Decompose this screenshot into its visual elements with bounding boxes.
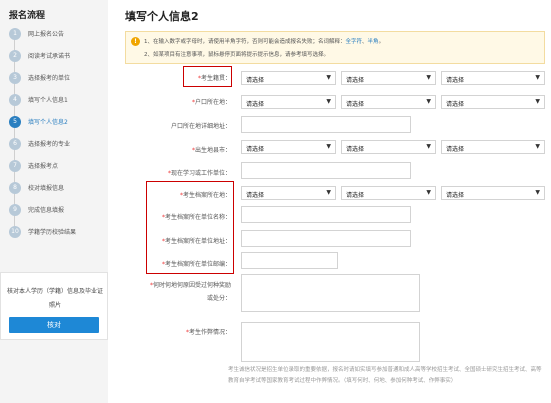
- field-label-hukou-address: 户口所在地详细地址：: [170, 123, 231, 130]
- archive-zip-input[interactable]: [241, 252, 338, 269]
- step-number: 10: [9, 226, 21, 238]
- step-6[interactable]: 6 选择报考的专业: [9, 138, 107, 152]
- step-7[interactable]: 7 选择报考点: [9, 160, 107, 174]
- step-3[interactable]: 3 选择报考的单位: [9, 72, 107, 86]
- origin-county-select[interactable]: 请选择 ▼: [441, 140, 545, 154]
- step-number: 3: [9, 72, 21, 84]
- chevron-down-icon: ▼: [535, 98, 540, 105]
- field-label-archive-unit: *考生档案所在单位名称：: [161, 214, 231, 221]
- hukou-county-select[interactable]: 请选择 ▼: [441, 95, 545, 109]
- birthplace-county-select[interactable]: 请选择 ▼: [441, 71, 545, 85]
- step-10[interactable]: 10 学籍学历校验结果: [9, 226, 107, 240]
- archive-province-select[interactable]: 请选择 ▼: [241, 186, 336, 200]
- step-number: 2: [9, 50, 21, 62]
- step-number: 6: [9, 138, 21, 150]
- step-label: 网上报名公告: [28, 31, 65, 38]
- field-label-origin: *出生地县市：: [191, 147, 231, 154]
- archive-county-select[interactable]: 请选择 ▼: [441, 186, 545, 200]
- archive-address-input[interactable]: [241, 230, 411, 247]
- chevron-down-icon: ▼: [426, 98, 431, 105]
- step-label: 选择报考点: [28, 163, 59, 170]
- chevron-down-icon: ▼: [326, 189, 331, 196]
- field-label-birthplace: *考生籍贯：: [197, 75, 231, 82]
- step-label: 阅读考试承诺书: [28, 53, 71, 60]
- chevron-down-icon: ▼: [426, 143, 431, 150]
- origin-city-select[interactable]: 请选择 ▼: [341, 140, 436, 154]
- step-label: 填写个人信息1: [28, 97, 68, 104]
- field-label-cheating: *考生作弊情况：: [185, 329, 231, 336]
- hukou-province-select[interactable]: 请选择 ▼: [241, 95, 336, 109]
- verify-button[interactable]: 核对: [9, 317, 99, 333]
- field-label-hukou: *户口所在地：: [191, 99, 231, 106]
- step-label: 选择报考的单位: [28, 75, 71, 82]
- page-title: 填写个人信息2: [125, 10, 199, 23]
- field-label-archive-address: *考生档案所在单位地址：: [161, 238, 231, 245]
- work-unit-input[interactable]: [241, 162, 411, 179]
- verify-description: 核对本人学历（学籍）信息及毕业证照片: [7, 288, 104, 309]
- chevron-down-icon: ▼: [326, 98, 331, 105]
- chevron-down-icon: ▼: [426, 74, 431, 81]
- step-number: 4: [9, 94, 21, 106]
- field-label-rewards-line2: 或处分：: [206, 295, 231, 302]
- notice-box: ! 1、在输入数字或字母时，请使用半角字符，否则可能会造成报名失败；名词解释：全…: [125, 31, 545, 64]
- step-1[interactable]: 1 网上报名公告: [9, 28, 107, 42]
- field-label-rewards: *何时何地何原因受过何种奖励: [149, 282, 231, 289]
- chevron-down-icon: ▼: [326, 143, 331, 150]
- field-label-work-unit: *现在学习或工作单位：: [167, 170, 231, 177]
- step-8[interactable]: 8 校对填报信息: [9, 182, 107, 196]
- field-label-archive-zip: *考生档案所在单位邮编：: [161, 261, 231, 268]
- step-5-current[interactable]: 5 填写个人信息2: [9, 116, 107, 130]
- chevron-down-icon: ▼: [535, 74, 540, 81]
- notice-line-1: 1、在输入数字或字母时，请使用半角字符，否则可能会造成报名失败；名词解释：全字符…: [144, 39, 385, 45]
- chevron-down-icon: ▼: [535, 189, 540, 196]
- step-label: 完成信息填报: [28, 207, 65, 214]
- notice-line-2: 2、如某项目有注意事项，鼠标悬停页面将提示提示信息，请参考填写选择。: [144, 52, 330, 58]
- step-9[interactable]: 9 完成信息填报: [9, 204, 107, 218]
- step-number: 5: [9, 116, 21, 128]
- archive-unit-input[interactable]: [241, 206, 411, 223]
- sidebar-title: 报名流程: [9, 11, 46, 21]
- step-4[interactable]: 4 填写个人信息1: [9, 94, 107, 108]
- step-label: 选择报考的专业: [28, 141, 71, 148]
- birthplace-province-select[interactable]: 请选择 ▼: [241, 71, 336, 85]
- fullwidth-link[interactable]: 全字符: [346, 39, 363, 45]
- cheating-textarea[interactable]: [241, 322, 420, 362]
- birthplace-city-select[interactable]: 请选择 ▼: [341, 71, 436, 85]
- warning-icon: !: [131, 37, 140, 46]
- step-label: 学籍学历校验结果: [28, 229, 77, 236]
- hukou-address-input[interactable]: [241, 116, 411, 133]
- sidebar: 报名流程 1 网上报名公告 2 阅读考试承诺书 3 选择报考的单位 4 填写个人信息1 …: [0, 0, 108, 403]
- hukou-city-select[interactable]: 请选择 ▼: [341, 95, 436, 109]
- cheating-note: 考生诚信状况是招生单位录取的重要依据，报名时请如实填写参加普通和成人高等学校招生…: [228, 367, 542, 384]
- chevron-down-icon: ▼: [326, 74, 331, 81]
- step-number: 1: [9, 28, 21, 40]
- archive-city-select[interactable]: 请选择 ▼: [341, 186, 436, 200]
- origin-province-select[interactable]: 请选择 ▼: [241, 140, 336, 154]
- step-number: 9: [9, 204, 21, 216]
- chevron-down-icon: ▼: [535, 143, 540, 150]
- chevron-down-icon: ▼: [426, 189, 431, 196]
- field-label-archive-location: *考生档案所在地：: [179, 192, 231, 199]
- step-number: 7: [9, 160, 21, 172]
- rewards-textarea[interactable]: [241, 274, 420, 312]
- step-label: 填写个人信息2: [28, 119, 68, 126]
- step-label: 校对填报信息: [28, 185, 65, 192]
- step-2[interactable]: 2 阅读考试承诺书: [9, 50, 107, 64]
- halfwidth-link[interactable]: 半角: [368, 39, 379, 45]
- step-number: 8: [9, 182, 21, 194]
